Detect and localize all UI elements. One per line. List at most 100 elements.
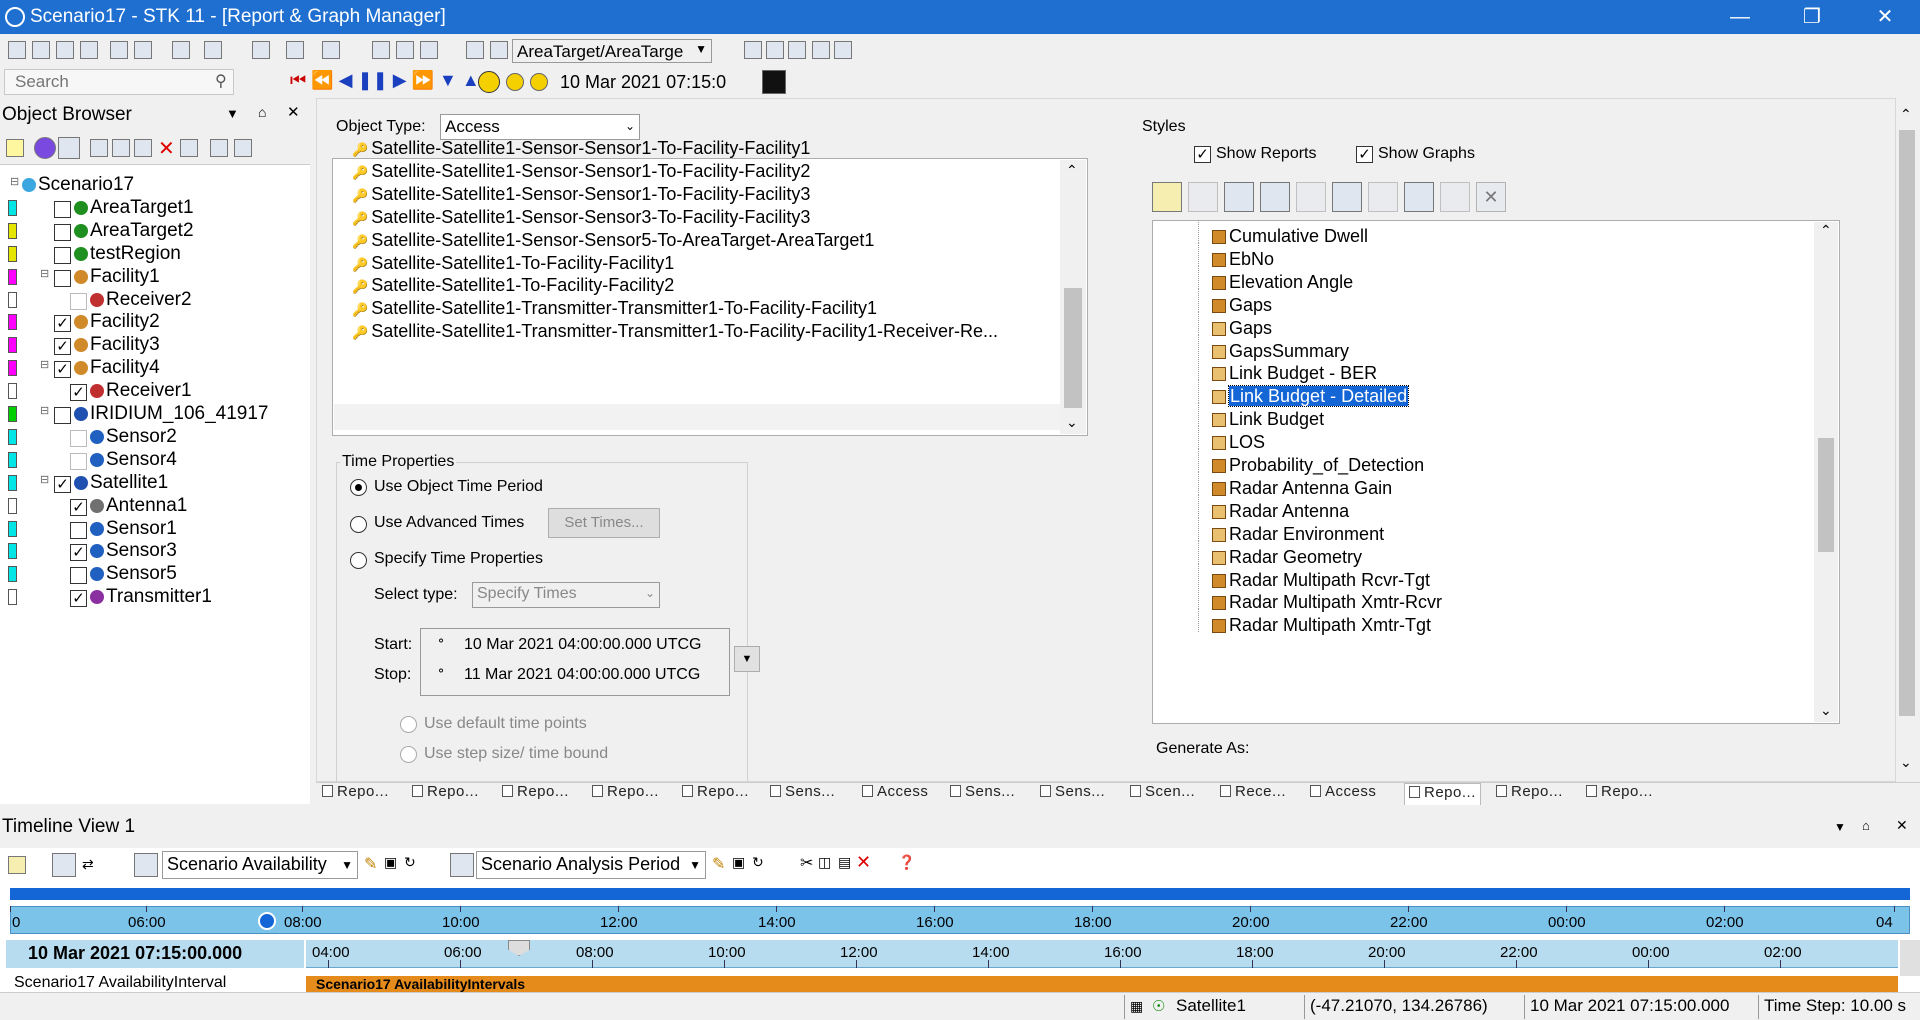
scroll-up-icon[interactable]: ⌃ xyxy=(1066,162,1078,179)
search-box[interactable]: ⚲ xyxy=(4,69,234,95)
copy-icon[interactable] xyxy=(112,139,130,157)
print-icon[interactable] xyxy=(172,41,190,59)
pin-icon[interactable]: ⌂ xyxy=(1862,818,1870,833)
style-item[interactable]: Cumulative Dwell xyxy=(1212,226,1368,247)
copy-style-icon[interactable] xyxy=(1404,182,1434,212)
object-color-swatch[interactable] xyxy=(8,383,17,400)
object-visibility-checkbox[interactable]: ✓ xyxy=(70,498,87,516)
scroll-thumb[interactable] xyxy=(1818,438,1834,552)
step-back-icon[interactable]: ⏪ xyxy=(311,70,333,90)
style-item[interactable]: Radar Antenna Gain xyxy=(1212,478,1392,499)
2d-window-icon[interactable] xyxy=(744,41,762,59)
document-tab[interactable]: Repo... xyxy=(412,783,479,805)
scroll-thumb[interactable] xyxy=(1899,130,1915,716)
collapse-icon[interactable]: ⊟ xyxy=(40,404,49,417)
object-selector-combo[interactable]: AreaTarget/AreaTarge ▼ xyxy=(512,39,712,63)
collapse-icon[interactable]: ⊟ xyxy=(10,175,19,188)
help-icon[interactable]: ❓ xyxy=(898,854,915,871)
sync-icon[interactable]: ⇄ xyxy=(82,856,94,873)
save-icon[interactable] xyxy=(56,41,74,59)
availability-interval-bar[interactable] xyxy=(306,976,1898,992)
access-object-item[interactable]: 🔑 Satellite-Satellite1-Sensor-Sensor3-To-… xyxy=(352,207,810,228)
link-icon[interactable] xyxy=(372,41,390,59)
wand-icon[interactable] xyxy=(466,41,484,59)
search-icon[interactable]: ⚲ xyxy=(215,71,227,91)
new-style-icon[interactable] xyxy=(1152,182,1182,212)
document-tab[interactable]: Repo... xyxy=(322,783,389,805)
graph-style-icon[interactable] xyxy=(1260,182,1290,212)
duplicate-style-icon[interactable] xyxy=(1332,182,1362,212)
object-color-swatch[interactable] xyxy=(8,245,17,262)
close-panel-icon[interactable]: ✕ xyxy=(1896,817,1908,834)
search-input[interactable] xyxy=(15,72,195,92)
analysis-period-combo[interactable]: Scenario Analysis Period ▼ xyxy=(476,851,706,879)
object-color-swatch[interactable] xyxy=(8,497,17,514)
document-tab[interactable]: Repo... xyxy=(682,783,749,805)
access-object-item[interactable]: 🔑 Satellite-Satellite1-Sensor-Sensor1-To-… xyxy=(352,138,810,159)
object-visibility-checkbox[interactable] xyxy=(54,246,71,264)
select-type-combo[interactable]: Specify Times ⌄ xyxy=(472,582,660,608)
cut-icon[interactable]: ✂ xyxy=(800,853,813,873)
scroll-up-icon[interactable]: ⌃ xyxy=(1820,222,1832,239)
object-visibility-checkbox[interactable]: ✓ xyxy=(70,544,87,562)
object-color-swatch[interactable] xyxy=(8,406,17,422)
binoculars-icon[interactable] xyxy=(180,139,198,157)
paste-style-icon[interactable] xyxy=(1440,182,1470,212)
reset-icon[interactable]: ⏮ xyxy=(290,70,306,90)
style-item[interactable]: Gaps xyxy=(1212,318,1272,339)
object-visibility-checkbox[interactable] xyxy=(54,200,71,218)
object-visibility-checkbox[interactable] xyxy=(70,292,87,310)
start-time-value[interactable]: 10 Mar 2021 04:00:00.000 UTCG xyxy=(464,636,701,654)
open-style-icon[interactable] xyxy=(1296,182,1326,212)
object-color-swatch[interactable] xyxy=(8,474,17,491)
delete-style-icon[interactable]: ✕ xyxy=(1476,182,1506,212)
close-panel-icon[interactable]: ✕ xyxy=(287,103,300,121)
scroll-down-icon[interactable]: ⌄ xyxy=(1820,702,1832,719)
access-object-item[interactable]: 🔑 Satellite-Satellite1-Sensor-Sensor1-To-… xyxy=(352,161,810,182)
object-color-swatch[interactable] xyxy=(8,520,17,537)
object-visibility-checkbox[interactable] xyxy=(54,223,71,241)
insert-object-icon[interactable] xyxy=(252,41,270,59)
style-item[interactable]: Radar Multipath Xmtr-Tgt xyxy=(1212,615,1431,636)
animation-controls[interactable]: ⏮ ⏪ ◀ ❚❚ ▶ ⏩ ▼ ▲ xyxy=(290,70,480,91)
object-color-swatch[interactable] xyxy=(8,543,17,560)
open-icon[interactable] xyxy=(32,41,50,59)
decrease-step-icon[interactable]: ▼ xyxy=(439,70,457,90)
document-tab[interactable]: Access xyxy=(862,783,928,805)
step-size-radio[interactable] xyxy=(400,746,417,763)
object-visibility-checkbox[interactable] xyxy=(70,429,87,447)
report-icon[interactable] xyxy=(204,41,222,59)
document-tab[interactable]: Repo... xyxy=(1586,783,1653,805)
analysis-period-icon[interactable] xyxy=(450,853,474,877)
save-timeline-icon[interactable]: ▣ xyxy=(384,854,397,871)
scroll-thumb[interactable] xyxy=(1064,288,1082,408)
object-visibility-checkbox[interactable] xyxy=(54,269,71,287)
object-color-swatch[interactable] xyxy=(8,451,17,468)
current-time-marker[interactable]: ▼ xyxy=(260,884,274,900)
minimize-button[interactable]: — xyxy=(1710,0,1770,34)
access-icon[interactable] xyxy=(396,41,414,59)
style-item[interactable]: Probability_of_Detection xyxy=(1212,455,1424,476)
style-item[interactable]: Elevation Angle xyxy=(1212,272,1353,293)
time-dropdown-button[interactable]: ▼ xyxy=(734,646,760,672)
document-tab[interactable]: Repo... xyxy=(1496,783,1563,805)
play-backward-icon[interactable]: ◀ xyxy=(339,70,353,90)
document-tab[interactable]: Access xyxy=(1310,783,1376,805)
object-visibility-checkbox[interactable]: ✓ xyxy=(70,590,87,608)
document-tab[interactable]: Rece... xyxy=(1220,783,1286,805)
panel-menu-icon[interactable]: ▼ xyxy=(226,106,239,121)
time-icon[interactable] xyxy=(530,73,548,91)
restore-button[interactable]: ❐ xyxy=(1782,0,1842,34)
edit-style-icon[interactable] xyxy=(1188,182,1218,212)
play-forward-icon[interactable]: ▶ xyxy=(393,70,407,90)
object-color-swatch[interactable] xyxy=(8,314,17,331)
use-advanced-times-radio[interactable] xyxy=(350,516,367,533)
time-slider-thumb[interactable] xyxy=(258,912,276,930)
edit-pencil-icon[interactable]: ✎ xyxy=(712,854,725,874)
bars-icon[interactable] xyxy=(834,41,852,59)
object-visibility-checkbox[interactable]: ✓ xyxy=(54,361,71,379)
cut-style-icon[interactable] xyxy=(1368,182,1398,212)
object-visibility-checkbox[interactable] xyxy=(70,521,87,539)
access-object-item[interactable]: 🔑 Satellite-Satellite1-Transmitter-Transm… xyxy=(352,321,998,342)
style-item[interactable]: Radar Multipath Xmtr-Rcvr xyxy=(1212,592,1442,613)
